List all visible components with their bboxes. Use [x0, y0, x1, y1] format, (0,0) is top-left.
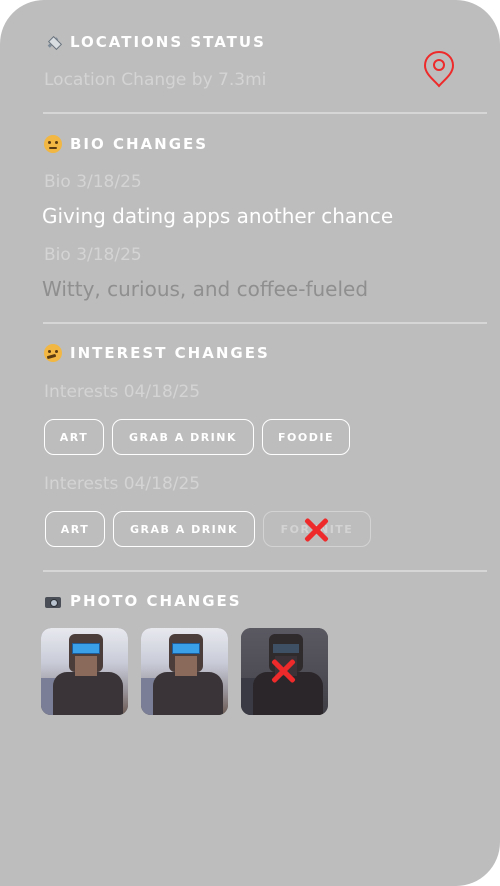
- app-frame: LOCATIONS STATUS Location Change by 7.3m…: [0, 0, 500, 886]
- photo-changes-title: PHOTO CHANGES: [70, 592, 242, 610]
- interests-date: Interests 04/18/25: [44, 474, 201, 494]
- interest-chip: FOODIE: [262, 419, 350, 455]
- interest-chip-row: ART GRAB A DRINK FORTNITE: [45, 511, 371, 547]
- profile-photo-removed[interactable]: [241, 628, 328, 715]
- bio-previous-text: Witty, curious, and coffee-fueled: [42, 277, 369, 301]
- removed-x-icon: [269, 656, 299, 686]
- thinking-face-icon: [44, 344, 62, 362]
- section-divider: [43, 322, 487, 324]
- interest-chip: ART: [45, 511, 105, 547]
- interest-chip: GRAB A DRINK: [113, 511, 255, 547]
- bio-date: Bio 3/18/25: [44, 245, 142, 265]
- location-change-text: Location Change by 7.3mi: [44, 70, 267, 90]
- removed-x-icon: [302, 515, 332, 545]
- section-divider: [43, 570, 487, 572]
- bio-changes-heading: BIO CHANGES: [44, 135, 208, 153]
- bio-changes-title: BIO CHANGES: [70, 135, 209, 153]
- bio-date: Bio 3/18/25: [44, 172, 142, 192]
- interest-chip: GRAB A DRINK: [112, 419, 254, 455]
- location-pin-icon[interactable]: [422, 50, 456, 88]
- camera-flash-icon: [44, 592, 62, 610]
- changes-card: LOCATIONS STATUS Location Change by 7.3m…: [0, 0, 500, 886]
- profile-photo[interactable]: [141, 628, 228, 715]
- interest-changes-title: INTEREST CHANGES: [70, 344, 270, 362]
- bio-current-text: Giving dating apps another chance: [42, 204, 394, 228]
- interests-date: Interests 04/18/25: [44, 382, 201, 402]
- interest-chip-removed: FORTNITE: [263, 511, 371, 547]
- locations-status-title: LOCATIONS STATUS: [70, 33, 266, 51]
- section-divider: [43, 112, 487, 114]
- satellite-icon: [44, 33, 62, 51]
- interest-chip-row: ART GRAB A DRINK FOODIE: [44, 419, 350, 455]
- profile-photo[interactable]: [41, 628, 128, 715]
- neutral-face-icon: [44, 135, 62, 153]
- locations-status-heading: LOCATIONS STATUS: [44, 33, 266, 51]
- interest-changes-heading: INTEREST CHANGES: [44, 344, 270, 362]
- interest-chip: ART: [44, 419, 104, 455]
- photo-changes-heading: PHOTO CHANGES: [44, 592, 242, 610]
